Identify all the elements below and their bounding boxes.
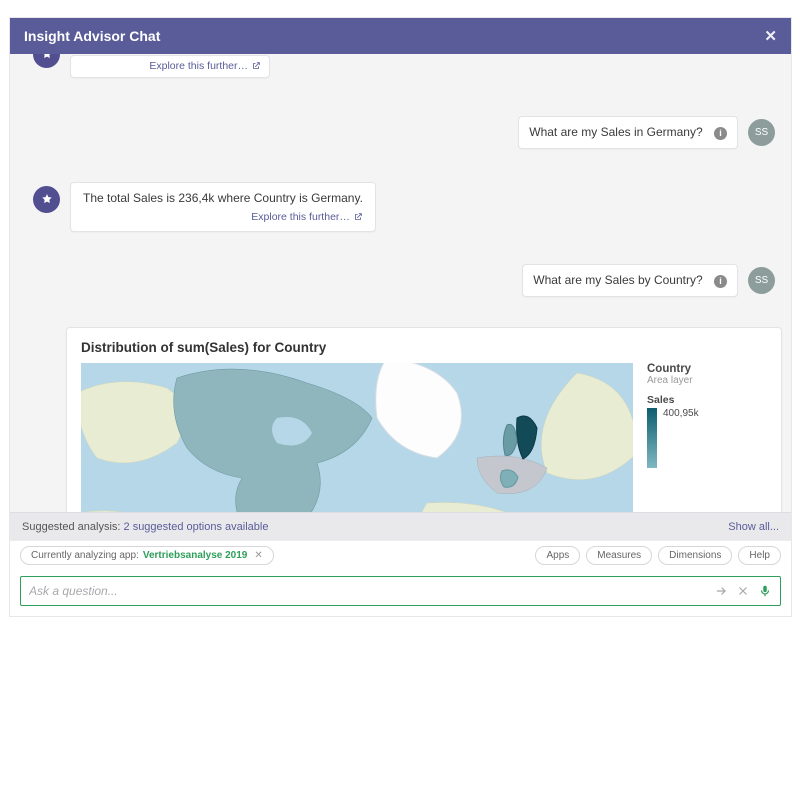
chip-help[interactable]: Help (738, 546, 781, 565)
panel-header: Insight Advisor Chat ✕ (10, 18, 791, 54)
chip-apps[interactable]: Apps (535, 546, 580, 565)
map-legend: Country Area layer Sales 400,95k (647, 363, 767, 512)
explore-label: Explore this further… (149, 60, 248, 72)
analyzing-app-chip[interactable]: Currently analyzing app: Vertriebsanalys… (20, 546, 274, 565)
submit-arrow-icon[interactable] (714, 584, 728, 598)
show-all-link[interactable]: Show all... (728, 521, 779, 533)
map-chart[interactable] (81, 363, 633, 512)
bot-avatar (33, 186, 60, 213)
chip-dimensions[interactable]: Dimensions (658, 546, 732, 565)
explore-further-link[interactable]: Explore this further… (251, 211, 363, 223)
bot-message-partial: Explore this further… (33, 55, 270, 78)
visualization-card: Distribution of sum(Sales) for Country (66, 327, 782, 512)
panel-title: Insight Advisor Chat (24, 28, 160, 44)
microphone-icon[interactable] (758, 584, 772, 598)
context-bar: Currently analyzing app: Vertriebsanalys… (10, 540, 791, 570)
chat-transcript: Explore this further… What are my Sales … (10, 54, 791, 512)
legend-scale-bar (647, 408, 657, 468)
info-icon[interactable]: i (714, 275, 727, 288)
helper-chips: Apps Measures Dimensions Help (535, 546, 781, 565)
bot-avatar (33, 54, 60, 68)
suggest-link[interactable]: 2 suggested options available (124, 521, 269, 533)
legend-subtitle: Area layer (647, 375, 767, 386)
user-message-1: What are my Sales in Germany? i SS (518, 116, 775, 149)
question-input-box (20, 576, 781, 606)
suggest-prefix: Suggested analysis: (22, 521, 124, 533)
analyzing-prefix: Currently analyzing app: (31, 550, 139, 561)
bot-bubble: Explore this further… (70, 55, 270, 78)
bot-bubble: The total Sales is 236,4k where Country … (70, 182, 376, 232)
explore-further-link[interactable]: Explore this further… (149, 60, 261, 72)
bot-text: The total Sales is 236,4k where Country … (83, 191, 363, 205)
user-text: What are my Sales in Germany? (529, 125, 702, 139)
chat-panel: Insight Advisor Chat ✕ Explore this furt… (9, 17, 792, 617)
app-name: Vertriebsanalyse 2019 (143, 550, 248, 561)
viz-title: Distribution of sum(Sales) for Country (81, 340, 767, 355)
bot-message-1: The total Sales is 236,4k where Country … (33, 182, 376, 232)
suggested-analysis-bar: Suggested analysis: 2 suggested options … (10, 512, 791, 540)
user-text: What are my Sales by Country? (533, 273, 702, 287)
input-bar (10, 570, 791, 616)
external-link-icon (251, 61, 261, 71)
user-message-2: What are my Sales by Country? i SS (522, 264, 775, 297)
user-avatar: SS (748, 119, 775, 146)
clear-app-icon[interactable]: ✕ (254, 550, 262, 561)
close-icon[interactable]: ✕ (764, 27, 777, 45)
user-bubble: What are my Sales in Germany? i (518, 116, 738, 149)
clear-input-icon[interactable] (736, 584, 750, 598)
chip-measures[interactable]: Measures (586, 546, 652, 565)
info-icon[interactable]: i (714, 127, 727, 140)
legend-scale-max: 400,95k (663, 408, 699, 419)
question-input[interactable] (29, 584, 706, 598)
legend-measure: Sales (647, 394, 767, 406)
legend-title: Country (647, 363, 767, 375)
explore-label: Explore this further… (251, 211, 350, 223)
external-link-icon (353, 212, 363, 222)
user-bubble: What are my Sales by Country? i (522, 264, 738, 297)
user-avatar: SS (748, 267, 775, 294)
